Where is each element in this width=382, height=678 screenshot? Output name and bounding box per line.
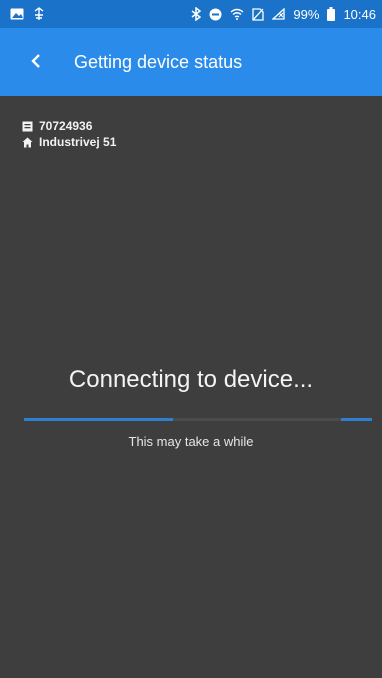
status-time: 10:46: [343, 6, 376, 22]
signal-icon: [272, 8, 286, 20]
back-button[interactable]: [22, 48, 50, 76]
connecting-subtext: This may take a while: [128, 434, 254, 449]
device-box-icon: [22, 121, 33, 132]
device-info: 70724936 Industrivej 51: [22, 118, 116, 150]
status-right-icons: 99% 10:46: [191, 7, 376, 22]
status-left-icons: [10, 7, 46, 21]
chevron-left-icon[interactable]: [31, 52, 41, 73]
app-bar: Getting device status: [0, 28, 382, 96]
image-icon: [10, 8, 24, 20]
do-not-disturb-icon: [209, 8, 222, 21]
battery-percent: 99%: [293, 6, 320, 22]
status-bar: 99% 10:46: [0, 0, 382, 28]
battery-icon: [327, 7, 336, 21]
device-id-row: 70724936: [22, 118, 116, 134]
home-icon: [22, 137, 33, 148]
device-id: 70724936: [39, 119, 93, 133]
page-title: Getting device status: [74, 51, 243, 72]
no-sim-icon: [252, 7, 265, 21]
wifi-icon: [230, 8, 244, 20]
bluetooth-icon: [191, 7, 202, 21]
connecting-heading: Connecting to device...: [68, 366, 314, 393]
device-address: Industrivej 51: [39, 135, 117, 149]
device-address-row: Industrivej 51: [22, 134, 116, 150]
progress-bar-fill: [24, 418, 173, 421]
progress-bar: [24, 418, 372, 421]
progress-bar-trail: [341, 418, 372, 421]
debug-usb-icon: [32, 7, 46, 21]
